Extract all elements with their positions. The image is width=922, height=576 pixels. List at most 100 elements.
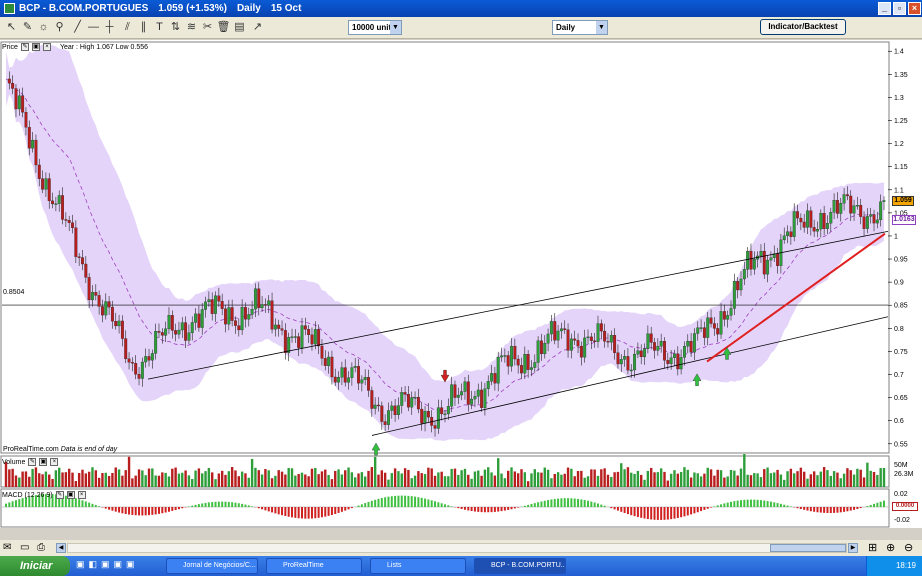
close-icon[interactable]: × [77, 491, 86, 499]
price-panel-label: Price [2, 43, 18, 51]
print-icon[interactable]: ⎙ [37, 542, 51, 554]
text-tool-icon[interactable]: T [152, 20, 167, 35]
tools-icon[interactable]: ✂ [200, 20, 215, 35]
minimize-button[interactable]: _ [878, 2, 891, 15]
macd-panel-header: MACD (12 26 9) ✎ ▣ × [2, 491, 86, 499]
volume-bar [354, 477, 357, 487]
zoom-fit-icon[interactable]: ⊞ [868, 541, 882, 555]
macd-bar [300, 507, 303, 519]
trash-icon[interactable]: 🗑 [216, 20, 231, 35]
scroll-right-button[interactable]: ▶ [848, 543, 858, 553]
zoom-in-icon[interactable]: ⊕ [886, 541, 900, 555]
scroll-track[interactable] [67, 543, 847, 553]
properties-icon[interactable]: ▣ [31, 43, 40, 51]
candle-body [260, 304, 264, 309]
candle-body [842, 194, 846, 204]
candle-body [81, 257, 84, 265]
task-prorealtime[interactable]: ProRealTime [266, 558, 362, 574]
volume-panel-label: Volume [2, 458, 26, 466]
volume-bar [210, 472, 214, 487]
volume-bar [673, 470, 676, 487]
task-jornal[interactable]: Jornal de Negócios/C... [166, 558, 258, 574]
close-icon[interactable]: × [42, 43, 51, 51]
pencil-icon[interactable]: ✎ [20, 20, 35, 35]
volume-bar [470, 478, 473, 487]
macd-bar [853, 507, 856, 510]
properties-icon[interactable]: ▣ [39, 458, 48, 466]
volume-bar [344, 470, 347, 487]
volume-bar [649, 467, 653, 487]
trend-icon[interactable]: ↗ [250, 20, 265, 35]
template-icon[interactable]: ▤ [232, 20, 247, 35]
candle-body [313, 329, 317, 345]
units-dropdown[interactable]: 10000 units ▼ [348, 20, 402, 35]
candle-body [24, 112, 28, 128]
task-bcp[interactable]: BCP - B.COM.PORTU... [474, 558, 566, 574]
parallel-lines-icon[interactable]: ⫽ [120, 20, 135, 35]
macd-bar [241, 503, 244, 507]
horizontal-line-icon[interactable]: — [86, 20, 101, 35]
macd-bar [670, 507, 673, 520]
candle-body [257, 288, 261, 309]
candle-body [769, 257, 773, 261]
volume-bar [603, 468, 606, 487]
fibonacci-icon[interactable]: ≋ [184, 20, 199, 35]
lightbulb-icon[interactable]: ☼ [36, 20, 51, 35]
macd-bar [98, 506, 101, 507]
mail-icon[interactable]: ✉ [3, 542, 17, 554]
candle-body [277, 324, 281, 329]
volume-bar [220, 470, 224, 487]
candle-body [184, 322, 188, 341]
candle-body [383, 421, 387, 425]
indicator-backtest-button[interactable]: Indicator/Backtest [760, 19, 846, 35]
settings-icon[interactable]: ✎ [55, 491, 64, 499]
magnifier-icon[interactable]: ⚲ [52, 20, 67, 35]
candle-body [496, 356, 500, 384]
volume-bar [633, 473, 636, 487]
volume-bar [526, 481, 530, 487]
volume-bar [423, 474, 427, 487]
y-tick-label: 1.15 [894, 164, 908, 171]
display-icon[interactable]: ▭ [20, 542, 34, 554]
volume-bar [447, 476, 450, 487]
settings-icon[interactable]: ✎ [28, 458, 37, 466]
volume-bar [693, 472, 696, 487]
cross-line-icon[interactable]: ┼ [102, 20, 117, 35]
settings-icon[interactable]: ✎ [20, 43, 29, 51]
maximize-button[interactable]: ▫ [893, 2, 906, 15]
macd-bar [277, 507, 280, 515]
volume-bar [706, 467, 709, 487]
candle-body [174, 330, 178, 335]
macd-bar [394, 495, 397, 507]
close-icon[interactable]: × [50, 458, 59, 466]
channel-icon[interactable]: ∥ [136, 20, 151, 35]
scroll-thumb[interactable] [770, 544, 846, 552]
candle-body [347, 377, 351, 383]
pointer-icon[interactable]: ↖ [4, 20, 19, 35]
volume-bar [254, 467, 257, 487]
volume-bar [859, 469, 862, 487]
volume-bar [433, 475, 437, 487]
zoom-out-icon[interactable]: ⊖ [904, 541, 918, 555]
volume-bar [443, 476, 447, 487]
candle-body [623, 356, 627, 360]
interval-dropdown[interactable]: Daily ▼ [552, 20, 608, 35]
close-button[interactable]: × [908, 2, 921, 15]
candle-body [533, 362, 537, 368]
volume-bar [779, 474, 783, 487]
start-button[interactable]: Iniciar [0, 556, 70, 576]
scroll-left-button[interactable]: ◀ [56, 543, 66, 553]
macd-bar [427, 499, 430, 507]
volume-bar [177, 473, 181, 487]
quick-launch-icons[interactable]: ▣◧▣▣▣ [76, 559, 156, 573]
candle-body [390, 405, 394, 411]
task-lists[interactable]: Lists [370, 558, 466, 574]
candle-body [872, 214, 876, 224]
line-tool-icon[interactable]: ╱ [70, 20, 85, 35]
arrows-icon[interactable]: ⇅ [168, 20, 183, 35]
candle-body [786, 231, 790, 236]
volume-bar [430, 468, 433, 487]
properties-icon[interactable]: ▣ [66, 491, 75, 499]
macd-bar [730, 501, 733, 507]
volume-bar [643, 479, 646, 487]
